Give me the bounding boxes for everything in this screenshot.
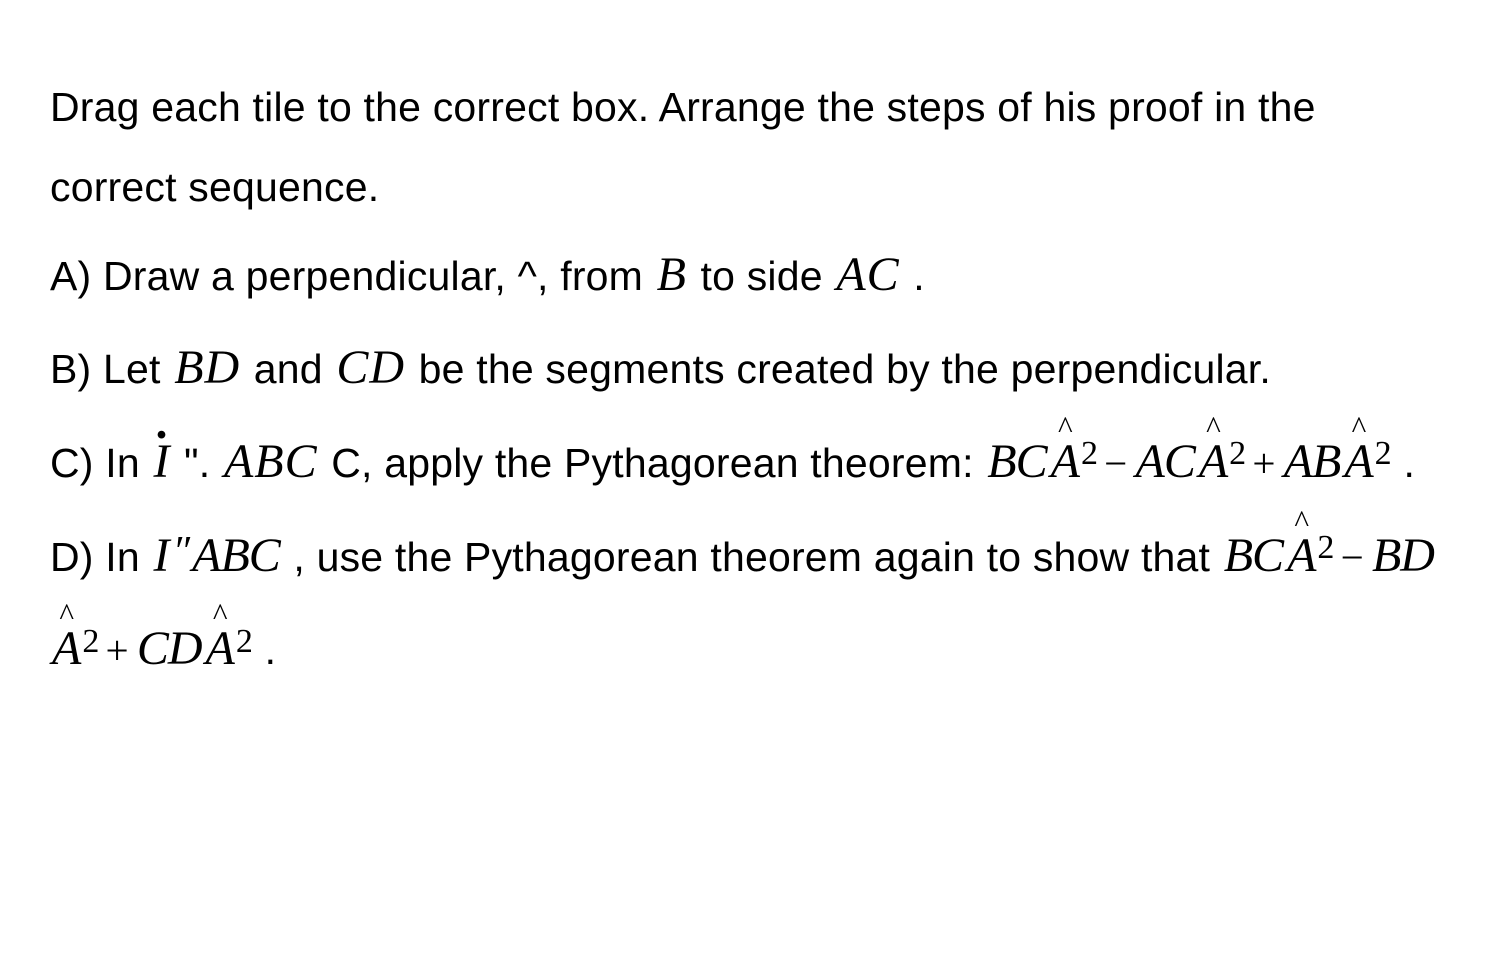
math-CD-d: CD [135,622,204,675]
option-b-prefix: B) Let [50,346,172,392]
option-c-aftertri: C, apply the Pythagorean theorem: [320,440,986,486]
math-var-BD: BD [172,341,242,394]
math-minus-d: − [1335,534,1370,580]
math-Ahat-3: A [1342,415,1376,509]
math-sup-1: 2 [1081,435,1098,472]
option-d-aftertri: , use the Pythagorean theorem again to s… [282,534,1222,580]
option-d: D) In I″ABC , use the Pythagorean theore… [50,509,1450,696]
math-BD-d: BD [1370,529,1436,582]
option-a-prefix: A) Draw a perpendicular, ^, from [50,253,655,299]
option-b-suffix: be the segments created by the perpendic… [407,346,1271,392]
math-minus-1: − [1098,440,1133,486]
option-c: C) In I ". ABC C, apply the Pythagorean … [50,415,1450,509]
math-sup-d2: 2 [82,623,99,660]
math-BC-d: BC [1222,529,1285,582]
problem-text: Drag each tile to the correct box. Arran… [0,0,1500,696]
instruction-line: Drag each tile to the correct box. Arran… [50,68,1450,228]
option-c-suffix: . [1392,440,1415,486]
math-Ahat-1: A [1049,415,1083,509]
math-var-B: B [655,248,689,301]
math-AC: AC [1134,435,1197,488]
option-b-mid: and [242,346,334,392]
math-sup-3: 2 [1375,435,1392,472]
math-sup-d3: 2 [236,623,253,660]
option-d-suffix: . [253,627,276,673]
math-var-ABC-d: ABC [190,529,282,582]
option-d-prefix: D) In [50,534,151,580]
math-var-CD: CD [334,341,407,394]
option-b: B) Let BD and CD be the segments created… [50,321,1450,415]
math-plus-d: + [100,627,135,673]
math-AB: AB [1282,435,1343,488]
option-a-suffix: . [902,253,925,299]
math-var-I-dot: I [151,415,172,509]
math-var-AC: AC [834,248,901,301]
math-double-prime: ″ [172,529,190,575]
math-sup-2: 2 [1229,435,1246,472]
option-c-quotes: ". [172,440,222,486]
math-Ahat-d3: A [204,602,238,696]
math-Ahat-d1: A [1285,509,1319,603]
math-sup-d1: 2 [1317,529,1334,566]
option-a: A) Draw a perpendicular, ^, from B to si… [50,228,1450,322]
option-a-mid: to side [689,253,834,299]
math-BC: BC [985,435,1048,488]
math-var-I: I [151,529,172,582]
math-plus-1: + [1246,440,1281,486]
math-Ahat-2: A [1197,415,1231,509]
math-var-ABC: ABC [222,435,320,488]
option-c-prefix: C) In [50,440,151,486]
math-Ahat-d2: A [50,602,84,696]
